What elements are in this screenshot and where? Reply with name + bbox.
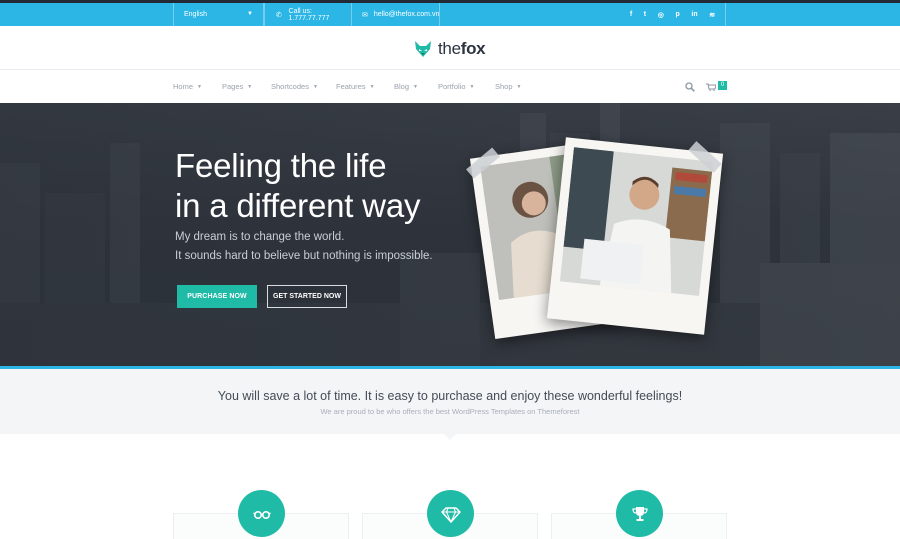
site-logo[interactable]: thefox xyxy=(413,38,486,60)
feature-icon-circle xyxy=(238,490,285,537)
cart-count-badge: 0 xyxy=(718,81,727,90)
mail-icon: ✉ xyxy=(362,11,368,19)
pinterest-icon[interactable]: p xyxy=(675,11,679,18)
contact-email[interactable]: ✉ hello@thefox.com.vn xyxy=(351,3,440,26)
chevron-down-icon: ▼ xyxy=(197,84,202,90)
nav-item-shortcodes[interactable]: Shortcodes ▼ xyxy=(271,82,318,91)
hero-title-line2: in a different way xyxy=(175,187,421,224)
nav-label: Features xyxy=(336,82,366,91)
nav-label: Shop xyxy=(495,82,513,91)
nav-label: Pages xyxy=(222,82,244,91)
contact-phone: ✆ Call us: 1.777.77.777 xyxy=(264,3,351,26)
linkedin-icon[interactable]: in xyxy=(691,11,697,18)
chevron-down-icon: ▼ xyxy=(312,84,318,90)
nav-item-portfolio[interactable]: Portfolio ▼ xyxy=(438,82,474,91)
fox-logo-icon xyxy=(415,41,431,57)
top-bar: English ▼ ✆ Call us: 1.777.77.777 ✉ hell… xyxy=(0,0,900,26)
diamond-icon xyxy=(440,506,461,523)
nav-label: Home xyxy=(173,82,194,91)
phone-text: Call us: 1.777.77.777 xyxy=(288,7,330,22)
intro-pointer xyxy=(444,434,456,440)
phone-icon: ✆ xyxy=(275,11,282,19)
hero-subtitle-line2: It sounds hard to believe but nothing is… xyxy=(175,250,433,262)
chevron-down-icon: ▼ xyxy=(469,84,475,90)
hero-title-line1: Feeling the life xyxy=(175,147,387,184)
chevron-down-icon: ▼ xyxy=(247,84,253,90)
language-selector[interactable]: English ▼ xyxy=(173,3,264,26)
purchase-now-button[interactable]: PURCHASE NOW xyxy=(177,285,257,308)
nav-label: Blog xyxy=(394,82,410,91)
language-label: English xyxy=(184,11,207,18)
twitter-icon[interactable]: t xyxy=(644,11,646,18)
main-nav: Home ▼ Pages ▼ Shortcodes ▼ Features ▼ Blog ▼… xyxy=(0,71,900,103)
intro-subtitle: We are proud to be who offers the best W… xyxy=(320,407,580,416)
photo-man xyxy=(546,137,724,335)
logo-bold: fox xyxy=(460,39,486,58)
chevron-down-icon: ▼ xyxy=(247,11,253,17)
hero-banner xyxy=(0,103,900,366)
glasses-icon xyxy=(252,510,271,519)
chevron-down-icon: ▼ xyxy=(413,84,418,90)
intro-title: You will save a lot of time. It is easy … xyxy=(217,389,683,403)
social-links: f t ◎ p in ≋ xyxy=(620,3,726,26)
intro-section: You will save a lot of time. It is easy … xyxy=(0,369,900,434)
chevron-down-icon: ▼ xyxy=(369,84,375,90)
hero-subtitle-line1: My dream is to change the world. xyxy=(175,231,345,243)
feature-icon-circle xyxy=(616,490,663,537)
nav-item-pages[interactable]: Pages ▼ xyxy=(222,82,252,91)
nav-item-home[interactable]: Home ▼ xyxy=(173,82,202,91)
facebook-icon[interactable]: f xyxy=(630,11,632,18)
chevron-down-icon: ▼ xyxy=(516,84,522,90)
nav-label: Shortcodes xyxy=(271,82,309,91)
nav-item-shop[interactable]: Shop ▼ xyxy=(495,82,521,91)
logo-wordmark: thefox xyxy=(438,39,486,59)
rss-icon[interactable]: ≋ xyxy=(709,11,715,19)
email-text: hello@thefox.com.vn xyxy=(373,11,440,18)
nav-item-blog[interactable]: Blog ▼ xyxy=(394,82,418,91)
feature-icon-circle xyxy=(427,490,474,537)
get-started-button[interactable]: GET STARTED NOW xyxy=(267,285,347,308)
man-photo-image xyxy=(559,147,714,297)
logo-band: thefox xyxy=(0,26,900,70)
dribbble-icon[interactable]: ◎ xyxy=(658,11,664,19)
nav-item-features[interactable]: Features ▼ xyxy=(336,82,375,91)
hero-overlay xyxy=(0,103,900,366)
cart-icon[interactable] xyxy=(706,83,716,91)
search-icon[interactable] xyxy=(685,82,695,92)
logo-light: the xyxy=(438,39,461,58)
trophy-icon xyxy=(631,506,648,521)
nav-label: Portfolio xyxy=(438,82,466,91)
